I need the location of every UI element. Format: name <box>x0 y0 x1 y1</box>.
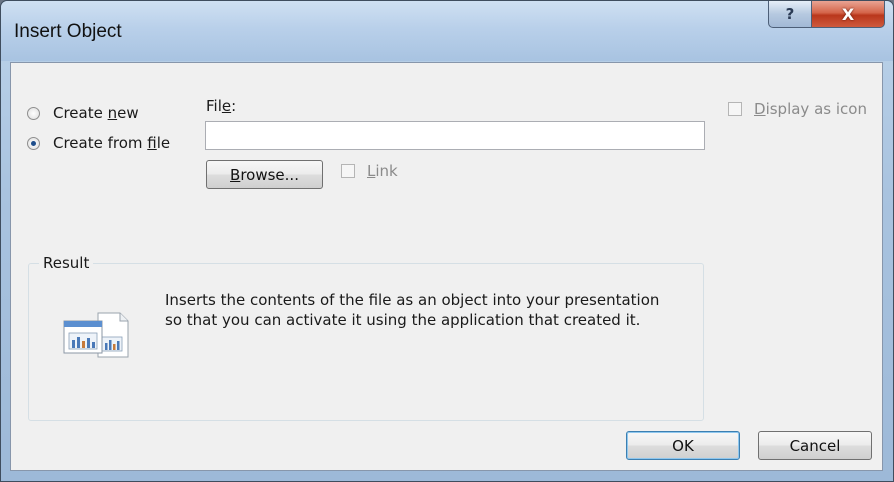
cancel-button[interactable]: Cancel <box>758 431 872 460</box>
insert-object-dialog: Insert Object ? X Create new Create from… <box>0 0 894 482</box>
close-button[interactable]: X <box>811 1 885 28</box>
result-group: Result Inserts the contents of the file … <box>28 254 704 421</box>
file-path-input[interactable] <box>205 121 705 150</box>
dialog-body: Create new Create from file File: Browse… <box>10 62 883 471</box>
ok-button[interactable]: OK <box>626 431 740 460</box>
create-from-file-radio[interactable] <box>27 136 40 150</box>
display-as-icon-checkbox[interactable] <box>728 102 742 116</box>
link-label: Link <box>367 162 398 180</box>
help-button[interactable]: ? <box>768 1 812 28</box>
display-as-icon-label: Display as icon <box>754 100 867 118</box>
close-icon: X <box>841 4 855 24</box>
browse-button-label: Browse... <box>230 165 299 184</box>
create-from-file-option[interactable]: Create from file <box>27 134 170 152</box>
embedded-file-icon <box>63 312 129 358</box>
display-as-icon-option[interactable]: Display as icon <box>728 100 867 118</box>
cancel-button-label: Cancel <box>789 436 841 455</box>
create-new-label: Create new <box>53 104 139 122</box>
question-mark-icon: ? <box>785 5 795 23</box>
link-checkbox[interactable] <box>341 164 355 178</box>
create-from-file-label: Create from file <box>53 134 171 152</box>
link-option[interactable]: Link <box>341 162 398 180</box>
result-description: Inserts the contents of the file as an o… <box>165 291 660 329</box>
result-group-label: Result <box>39 254 94 272</box>
dialog-title: Insert Object <box>14 21 122 42</box>
title-bar[interactable]: Insert Object ? X <box>1 1 893 61</box>
ok-button-label: OK <box>672 436 694 455</box>
browse-button[interactable]: Browse... <box>206 160 323 189</box>
create-new-radio[interactable] <box>27 106 40 120</box>
create-new-option[interactable]: Create new <box>27 104 139 122</box>
file-label: File: <box>206 97 237 115</box>
